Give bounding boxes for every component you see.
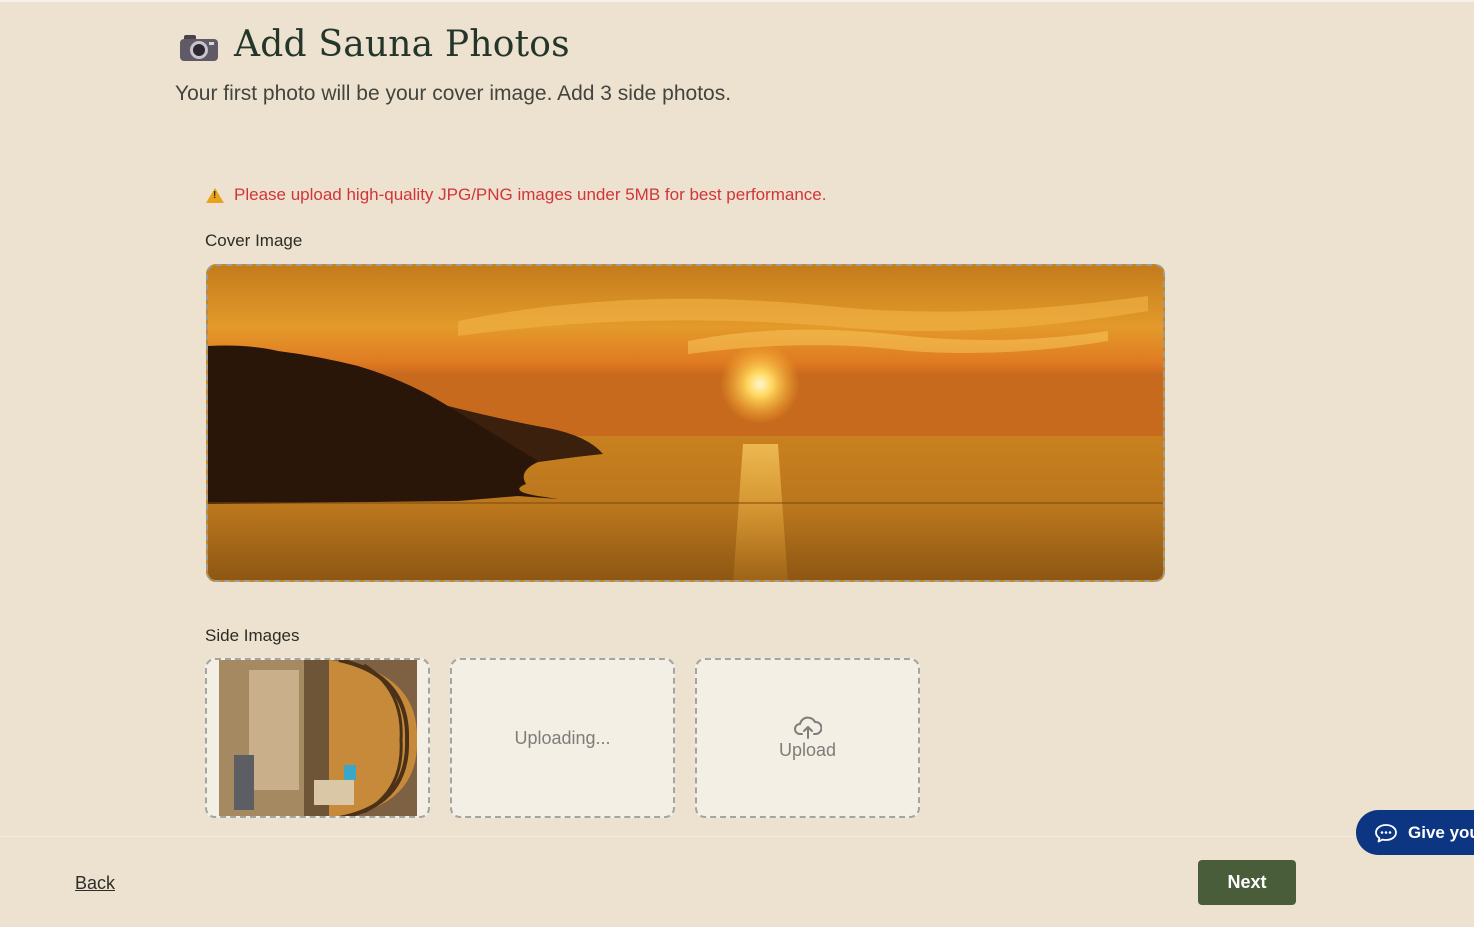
side-images-label: Side Images [205, 626, 300, 645]
warning-icon: ! [206, 187, 224, 203]
upload-label: Upload [778, 739, 837, 760]
cover-image-dropzone[interactable] [206, 264, 1165, 582]
camera-icon [178, 31, 220, 63]
page-header: Add Sauna Photos [178, 24, 570, 65]
uploading-status: Uploading... [514, 727, 611, 748]
cover-image-label: Cover Image [205, 231, 303, 250]
top-divider [0, 0, 1474, 2]
chat-icon [1375, 823, 1397, 842]
back-link[interactable]: Back [75, 873, 115, 894]
sunset-photo [208, 266, 1163, 580]
next-button[interactable]: Next [1198, 860, 1296, 905]
page-title: Add Sauna Photos [234, 24, 570, 65]
warning-text: Please upload high-quality JPG/PNG image… [234, 185, 827, 204]
page: Add Sauna Photos Your first photo will b… [0, 0, 1474, 927]
side-image-slot-3[interactable]: Upload [695, 658, 920, 818]
page-subtitle: Your first photo will be your cover imag… [175, 82, 732, 105]
feedback-button[interactable]: Give you [1356, 810, 1474, 855]
feedback-label: Give you [1408, 822, 1474, 842]
cloud-upload-icon [793, 716, 822, 739]
side-image-slot-1[interactable] [205, 658, 430, 818]
side-image-slot-2[interactable]: Uploading... [450, 658, 675, 818]
warning-message: ! Please upload high-quality JPG/PNG ima… [206, 185, 826, 205]
barrel-sauna-photo [219, 660, 417, 816]
